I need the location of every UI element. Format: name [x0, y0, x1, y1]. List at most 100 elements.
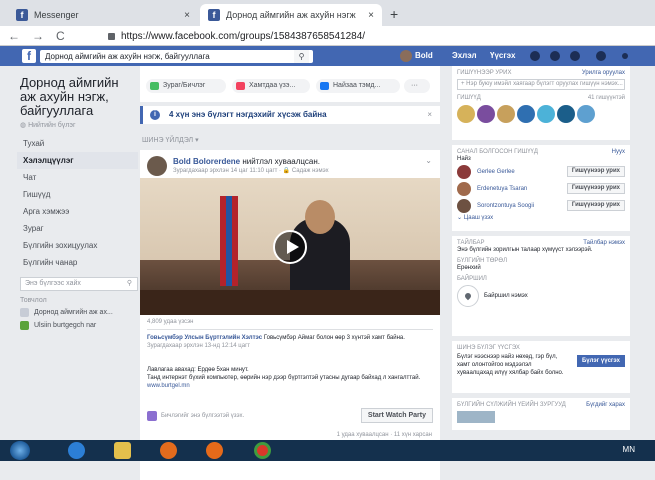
group-type-label: Нийтийн бүлэг — [28, 122, 76, 129]
avatar[interactable] — [537, 105, 555, 123]
close-icon[interactable]: × — [427, 106, 432, 124]
chevron-down-icon: ⌄ — [457, 215, 464, 221]
sidebar-item-about[interactable]: Тухай — [20, 135, 138, 152]
group-type: ◍ Нийтийн бүлэг — [20, 121, 138, 129]
group-name[interactable]: Дорнод аймгийн аж ахуйн нэгж, байгууллаг… — [20, 76, 138, 118]
see-all-link[interactable]: Бүгдийг харах — [586, 402, 625, 408]
members-count: 41 гишүүнтэй — [587, 95, 625, 101]
suggested-name[interactable]: Gerlee Gerlee — [477, 169, 515, 175]
chrome-icon[interactable] — [254, 442, 271, 459]
sort-recent-activity[interactable]: ШИНЭ ҮЙЛДЭЛ ▾ — [142, 136, 199, 144]
start-watch-party-button[interactable]: Start Watch Party — [360, 408, 433, 423]
shortcut-item[interactable]: Дорнод аймгийн аж ах... — [20, 308, 138, 317]
url-field[interactable]: https://www.facebook.com/groups/15843876… — [108, 29, 628, 44]
sidebar-item-quality[interactable]: Бүлгийн чанар — [20, 254, 138, 271]
add-location[interactable]: Байршил нэмэх — [457, 285, 625, 307]
reload-icon[interactable]: C — [56, 29, 72, 43]
avatar[interactable] — [497, 105, 515, 123]
friends-icon[interactable] — [530, 51, 540, 61]
hide-link[interactable]: Нуух — [612, 149, 625, 155]
close-tab-icon[interactable]: × — [368, 10, 374, 21]
more-options-button[interactable]: ··· — [404, 79, 430, 93]
play-icon[interactable] — [273, 230, 307, 264]
sidebar-item-events[interactable]: Арга хэмжээ — [20, 203, 138, 220]
messenger-icon[interactable] — [550, 51, 560, 61]
media-player-icon[interactable] — [160, 442, 177, 459]
avatar[interactable] — [457, 198, 471, 213]
suggested-name[interactable]: Sorontzontuya Soogii — [477, 203, 534, 209]
internet-explorer-icon[interactable] — [68, 442, 85, 459]
sidebar-item-members[interactable]: Гишүүд — [20, 186, 138, 203]
see-more-link[interactable]: ⌄ Цааш үзэх — [457, 214, 625, 221]
avatar[interactable] — [477, 105, 495, 123]
facebook-search-input[interactable]: Дорнод аймгийн аж ахуйн нэгж, байгууллаг… — [40, 50, 313, 63]
shared-rest: Говьсүмбэр Аймаг болон өөр 3 хүнтэй хамт… — [262, 335, 405, 341]
help-icon[interactable] — [596, 51, 606, 61]
suggested-members-box: САНАЛ БОЛГОСОН ГИШҮҮД Нуух Найз Gerlee Ge… — [452, 145, 630, 231]
avatar — [400, 50, 412, 62]
tab-group[interactable]: f Дорнод аймгийн аж ахуйн нэгж × — [200, 4, 382, 26]
create-group-button[interactable]: Бүлэг үүсгэх — [576, 355, 625, 367]
search-icon[interactable]: ⚲ — [127, 278, 132, 290]
avatar[interactable] — [457, 105, 475, 123]
search-icon[interactable]: ⚲ — [294, 50, 309, 63]
about-box: ТАЙЛБАР Тайлбар нэмэх Энэ бүлгийн зорилгы… — [452, 236, 630, 336]
notifications-icon[interactable] — [570, 51, 580, 61]
facebook-header: f Дорнод аймгийн аж ахуйн нэгж, байгуулл… — [0, 46, 655, 66]
invite-member-button[interactable]: Гишүүнээр урих — [566, 200, 625, 211]
avatar[interactable] — [457, 181, 471, 196]
home-link[interactable]: Эхлэл — [452, 50, 477, 62]
avatar[interactable] — [147, 156, 167, 176]
invite-input[interactable]: + Нэр буюу имэйл хаягаар бүлэгт оруулах … — [457, 79, 625, 90]
avatar[interactable] — [457, 164, 471, 179]
new-tab-button[interactable]: + — [390, 6, 398, 22]
post-link[interactable]: www.burtgel.mn — [147, 382, 433, 390]
forward-icon[interactable]: → — [32, 29, 48, 43]
file-explorer-icon[interactable] — [114, 442, 131, 459]
post-author-line: Bold Bolorerdene нийтлэл хуваалцсан. — [173, 157, 320, 166]
suggested-name[interactable]: Erdenetuya Tsaran — [477, 186, 527, 192]
members-title[interactable]: ГИШҮҮД — [457, 95, 481, 101]
watch-icon — [236, 82, 245, 90]
sidebar-item-chat[interactable]: Чат — [20, 169, 138, 186]
sidebar-item-photos[interactable]: Зураг — [20, 220, 138, 237]
language-indicator[interactable]: MN — [623, 445, 635, 454]
sidebar-item-moderate[interactable]: Бүлгийн зохицуулах — [20, 237, 138, 254]
invite-link[interactable]: Урилга оруулах — [582, 70, 625, 76]
video-player[interactable] — [140, 178, 440, 315]
shortcut-label: Дорнод аймгийн аж ах... — [34, 309, 113, 316]
post-author[interactable]: Bold Bolorerdene — [173, 157, 240, 166]
post-stats[interactable]: 1 удаа хуваалцсан · 11 хүн харсан — [337, 432, 432, 438]
back-icon[interactable]: ← — [8, 29, 24, 43]
group-search-input[interactable]: Энэ бүлгээс хайх ⚲ — [20, 277, 138, 291]
close-tab-icon[interactable]: × — [184, 10, 190, 21]
photo-video-button[interactable]: Зураг/Бичлэг — [146, 79, 226, 93]
facebook-logo-icon[interactable]: f — [22, 49, 36, 63]
avatar[interactable] — [557, 105, 575, 123]
watch-together-button[interactable]: Хамтдаа үзэ... — [232, 79, 310, 93]
add-location-label: Байршил нэмэх — [484, 293, 528, 299]
post-body-line: Лавлагаа авахад: Ердөө 5хан минут. — [147, 367, 249, 373]
invite-member-button[interactable]: Гишүүнээр урих — [566, 166, 625, 177]
join-requests-notice[interactable]: i 4 хүн энэ бүлэгт нэгдэхийг хүсэж байна… — [140, 106, 440, 124]
group-icon — [20, 321, 29, 330]
start-button-icon[interactable] — [10, 441, 30, 460]
group-thumbnail[interactable] — [457, 411, 495, 423]
profile-link[interactable]: Bold — [400, 50, 433, 62]
shortcut-item[interactable]: Ulsiin burtgegch nar — [20, 321, 138, 330]
avatar[interactable] — [517, 105, 535, 123]
shared-org[interactable]: Говьсүмбэр Улсын Бүртгэлийн Хэлтэс — [147, 335, 262, 341]
post-body-line: Танд интернэт бүхий компьютер, өөрийн нэ… — [147, 375, 421, 381]
tab-messenger[interactable]: f Messenger × — [8, 4, 198, 26]
firefox-icon[interactable] — [206, 442, 223, 459]
suggested-sub: Найз — [457, 156, 471, 162]
post-action: нийтлэл хуваалцсан. — [240, 157, 320, 166]
address-bar-row: ← → C https://www.facebook.com/groups/15… — [0, 26, 655, 46]
chevron-down-icon[interactable] — [622, 53, 628, 59]
sidebar-item-discussion[interactable]: Хэлэлцүүлэг — [17, 152, 138, 169]
tag-friends-button[interactable]: Найзаа тэмд... — [316, 79, 400, 93]
chevron-down-icon[interactable]: ⌄ — [425, 156, 432, 165]
invite-member-button[interactable]: Гишүүнээр урих — [566, 183, 625, 194]
create-link[interactable]: Үүсгэх — [490, 50, 515, 62]
avatar[interactable] — [577, 105, 595, 123]
